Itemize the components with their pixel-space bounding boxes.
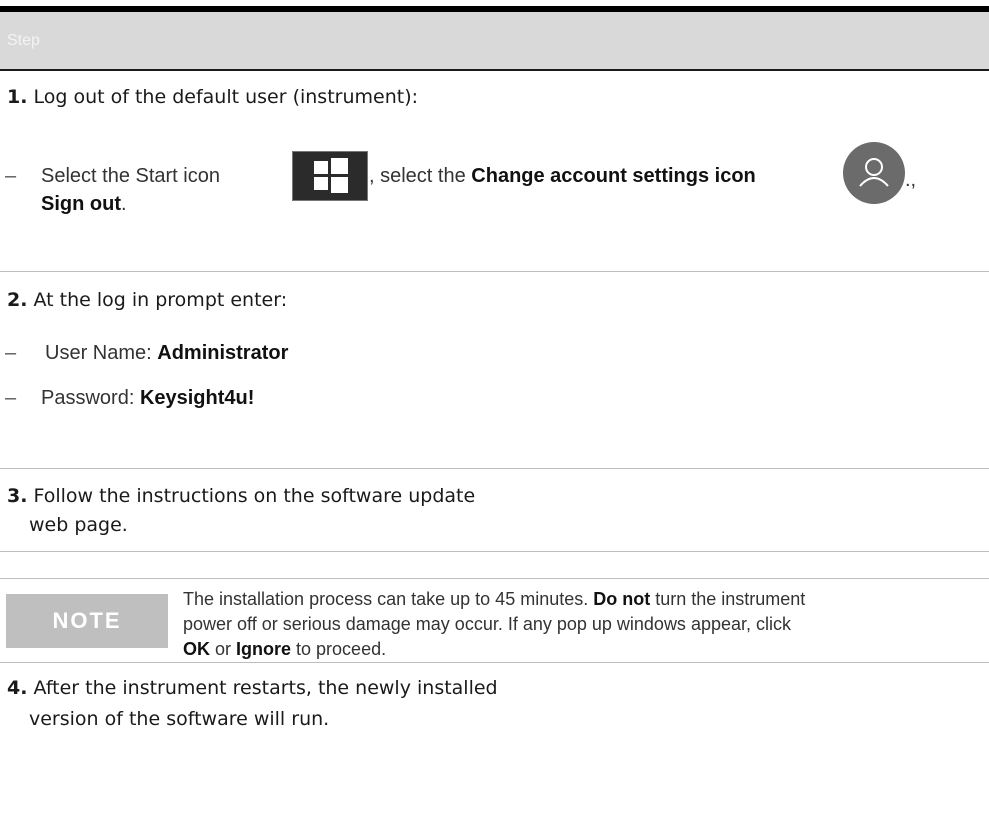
step-1-text: Log out of the default user (instrument)…: [27, 86, 419, 108]
username-line: – User Name: Administrator: [5, 341, 288, 365]
user-account-icon[interactable]: [843, 142, 905, 204]
step-2-number: 2.: [7, 289, 28, 311]
note-text: The installation process can take up to …: [183, 587, 983, 662]
step-4-text-2: version of the software will run.: [29, 708, 330, 730]
step-1-instruction: – Select the Start icon: [5, 164, 220, 188]
step-1-text-a: Select the Start icon: [41, 165, 220, 187]
step-1-period: .: [120, 193, 127, 215]
note-ignore: Ignore: [236, 639, 292, 659]
note-text-b: turn the instrument: [650, 589, 806, 609]
password-line: – Password: Keysight4u!: [5, 386, 254, 410]
note-label: NOTE: [6, 594, 168, 648]
bullet-dash: –: [5, 165, 17, 187]
step-3-number: 3.: [7, 485, 28, 507]
header-label: Step: [7, 32, 40, 49]
step-1-heading: 1. Log out of the default user (instrume…: [7, 85, 418, 109]
row-divider: [0, 551, 989, 552]
row-divider: [0, 468, 989, 469]
password-value: Keysight4u!: [139, 387, 255, 409]
sign-out-label: Sign out: [41, 193, 121, 215]
row-divider: [0, 662, 989, 663]
windows-start-icon[interactable]: [292, 151, 368, 201]
step-2-heading: 2. At the log in prompt enter:: [7, 288, 287, 312]
step-3-text-1: Follow the instructions on the software …: [27, 485, 476, 507]
note-text-a: The installation process can take up to …: [183, 589, 594, 609]
bullet-dash: –: [5, 342, 17, 364]
change-account-settings-label: Change account settings icon: [471, 165, 756, 187]
bullet-dash: –: [5, 387, 17, 409]
step-1-sign-out: Sign out.: [41, 192, 127, 216]
note-emphasis-do-not: Do not: [593, 589, 651, 609]
step-3-text-2: web page.: [29, 514, 128, 536]
step-4-heading: 4. After the instrument restarts, the ne…: [7, 676, 498, 700]
row-divider: [0, 271, 989, 272]
note-top-rule: [0, 578, 989, 579]
username-label: User Name:: [45, 342, 158, 364]
step-1-number: 1.: [7, 86, 28, 108]
username-value: Administrator: [157, 342, 289, 364]
step-1-text-b: , select the: [369, 165, 472, 187]
step-4-text-1: After the instrument restarts, the newly…: [27, 677, 498, 699]
password-label: Password:: [41, 387, 140, 409]
step-1-text-c: .,: [905, 169, 917, 191]
note-text-d: or: [210, 639, 237, 659]
step-3-heading: 3. Follow the instructions on the softwa…: [7, 484, 475, 508]
step-1-instruction-cont: , select the Change account settings ico…: [369, 164, 756, 188]
step-2-text: At the log in prompt enter:: [27, 289, 288, 311]
table-header: Step: [0, 12, 989, 71]
note-text-c: power off or serious damage may occur. I…: [183, 614, 791, 634]
step-4-number: 4.: [7, 677, 28, 699]
note-text-e: to proceed.: [291, 639, 387, 659]
note-ok: OK: [183, 639, 210, 659]
